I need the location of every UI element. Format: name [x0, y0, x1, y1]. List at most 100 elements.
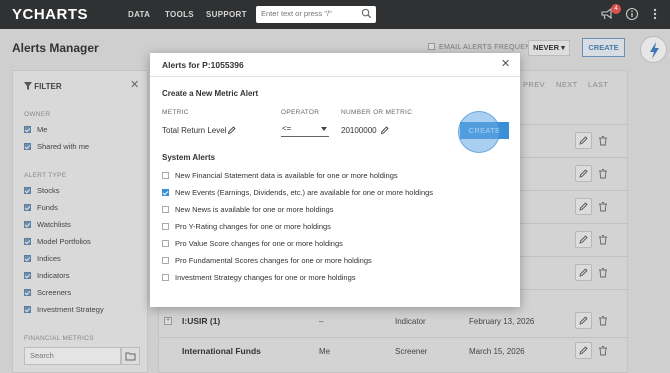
pencil-icon — [579, 235, 588, 244]
edit-alert-button[interactable] — [575, 231, 592, 248]
operator-select[interactable]: <= — [281, 121, 329, 137]
checkbox-icon[interactable] — [24, 143, 31, 150]
ycharts-logo[interactable]: YCHARTS — [12, 6, 88, 23]
filter-title: FILTER — [24, 82, 62, 91]
owner-shared[interactable]: Shared with me — [24, 142, 89, 151]
system-alert-value-score[interactable]: Pro Value Score changes for one or more … — [162, 239, 343, 248]
nav-support[interactable]: SUPPORT — [206, 10, 247, 19]
checkbox-icon[interactable] — [162, 172, 169, 179]
chevron-down-icon — [321, 127, 327, 131]
email-frequency-checkbox[interactable] — [428, 43, 435, 50]
metrics-search-input[interactable] — [30, 351, 110, 360]
system-alert-financial-statement[interactable]: New Financial Statement data is availabl… — [162, 171, 398, 180]
checkbox-icon[interactable] — [162, 189, 169, 196]
checkbox-icon[interactable] — [24, 187, 31, 194]
checkbox-icon[interactable] — [24, 272, 31, 279]
checkbox-icon[interactable] — [24, 306, 31, 313]
alert-row-name[interactable]: I:USIR (1) — [182, 316, 220, 326]
trash-icon[interactable] — [598, 201, 608, 212]
modal-divider — [150, 76, 520, 77]
kebab-menu-icon[interactable] — [651, 7, 659, 21]
checkbox-icon[interactable] — [162, 223, 169, 230]
search-icon[interactable] — [361, 8, 372, 19]
alert-type-stocks[interactable]: Stocks — [24, 186, 60, 195]
create-alert-button[interactable]: CREATE — [582, 38, 625, 57]
checkbox-icon[interactable] — [24, 204, 31, 211]
pagination-prev[interactable]: PREV — [523, 80, 545, 89]
checkbox-icon[interactable] — [162, 206, 169, 213]
alert-type-investment-strategy[interactable]: Investment Strategy — [24, 305, 104, 314]
checkbox-icon[interactable] — [24, 221, 31, 228]
trash-icon[interactable] — [598, 267, 608, 278]
edit-alert-button[interactable] — [575, 312, 592, 329]
pencil-icon — [579, 136, 588, 145]
nav-tools[interactable]: TOOLS — [165, 10, 194, 19]
folder-icon — [125, 352, 136, 361]
owner-me[interactable]: Me — [24, 125, 47, 134]
pencil-icon — [579, 346, 588, 355]
checkbox-icon[interactable] — [162, 240, 169, 247]
new-metric-alert-heading: Create a New Metric Alert — [162, 89, 259, 98]
edit-alert-button[interactable] — [575, 132, 592, 149]
nav-data[interactable]: DATA — [128, 10, 150, 19]
funnel-icon — [24, 82, 32, 90]
operator-label: OPERATOR — [281, 109, 320, 116]
alert-row-date: March 15, 2026 — [469, 347, 525, 356]
system-alert-new-events[interactable]: New Events (Earnings, Dividends, etc.) a… — [162, 188, 433, 197]
global-search-box[interactable] — [256, 6, 376, 23]
number-value[interactable]: 20100000 — [341, 126, 377, 135]
pagination-last[interactable]: LAST — [588, 80, 608, 89]
trash-icon[interactable] — [598, 345, 608, 356]
metric-label: METRIC — [162, 109, 189, 116]
close-icon[interactable]: ✕ — [501, 57, 510, 70]
checkbox-icon[interactable] — [24, 238, 31, 245]
quick-actions-button[interactable] — [640, 36, 667, 63]
alert-type-watchlists[interactable]: Watchlists — [24, 220, 71, 229]
checkbox-icon[interactable] — [162, 274, 169, 281]
email-frequency-dropdown[interactable]: NEVER ▾ — [528, 40, 570, 56]
page-title: Alerts Manager — [12, 41, 99, 55]
alert-type-indicators[interactable]: Indicators — [24, 271, 70, 280]
alert-row-date: February 13, 2026 — [469, 317, 535, 326]
metric-value[interactable]: Total Return Level — [162, 126, 226, 135]
checkbox-icon[interactable] — [162, 257, 169, 264]
trash-icon[interactable] — [598, 168, 608, 179]
pagination-next[interactable]: NEXT — [556, 80, 578, 89]
folder-button[interactable] — [121, 347, 140, 365]
metrics-search-box[interactable] — [24, 347, 121, 365]
edit-alert-button[interactable] — [575, 165, 592, 182]
alert-type-funds[interactable]: Funds — [24, 203, 58, 212]
trash-icon[interactable] — [598, 234, 608, 245]
edit-alert-button[interactable] — [575, 342, 592, 359]
global-search-input[interactable] — [261, 9, 357, 18]
alert-row-name[interactable]: International Funds — [182, 346, 261, 356]
checkbox-icon[interactable] — [24, 255, 31, 262]
system-alert-investment-strategy[interactable]: Investment Strategy changes for one or m… — [162, 273, 356, 282]
financial-metrics-section-label: FINANCIAL METRICS — [24, 335, 94, 342]
alert-row-type: Screener — [395, 347, 428, 356]
alert-type-indices[interactable]: Indices — [24, 254, 61, 263]
pencil-icon — [579, 202, 588, 211]
alert-type-screeners[interactable]: Screeners — [24, 288, 71, 297]
trash-icon[interactable] — [598, 315, 608, 326]
close-icon[interactable]: ✕ — [130, 78, 139, 91]
pencil-icon[interactable] — [227, 125, 237, 135]
system-alert-new-news[interactable]: New News is available for one or more ho… — [162, 205, 333, 214]
pencil-icon[interactable] — [380, 125, 390, 135]
help-icon[interactable] — [625, 7, 639, 21]
system-alert-y-rating[interactable]: Pro Y-Rating changes for one or more hol… — [162, 222, 331, 231]
filter-panel: FILTER ✕ OWNER Me Shared with me ALERT T… — [12, 70, 148, 373]
edit-alert-button[interactable] — [575, 264, 592, 281]
checkbox-icon[interactable] — [24, 289, 31, 296]
edit-alert-button[interactable] — [575, 198, 592, 215]
system-alert-fundamental-scores[interactable]: Pro Fundamental Scores changes for one o… — [162, 256, 372, 265]
email-frequency-label: EMAIL ALERTS FREQUENCY: — [428, 43, 543, 51]
trash-icon[interactable] — [598, 135, 608, 146]
checkbox-icon[interactable] — [24, 126, 31, 133]
modal-title: Alerts for P:1055396 — [162, 60, 244, 70]
alert-row-owner: Me — [319, 347, 331, 356]
alert-type-model-portfolios[interactable]: Model Portfolios — [24, 237, 91, 246]
expand-row-toggle[interactable]: + — [164, 317, 172, 325]
click-indicator — [458, 111, 500, 153]
alert-row-owner: – — [319, 317, 324, 326]
